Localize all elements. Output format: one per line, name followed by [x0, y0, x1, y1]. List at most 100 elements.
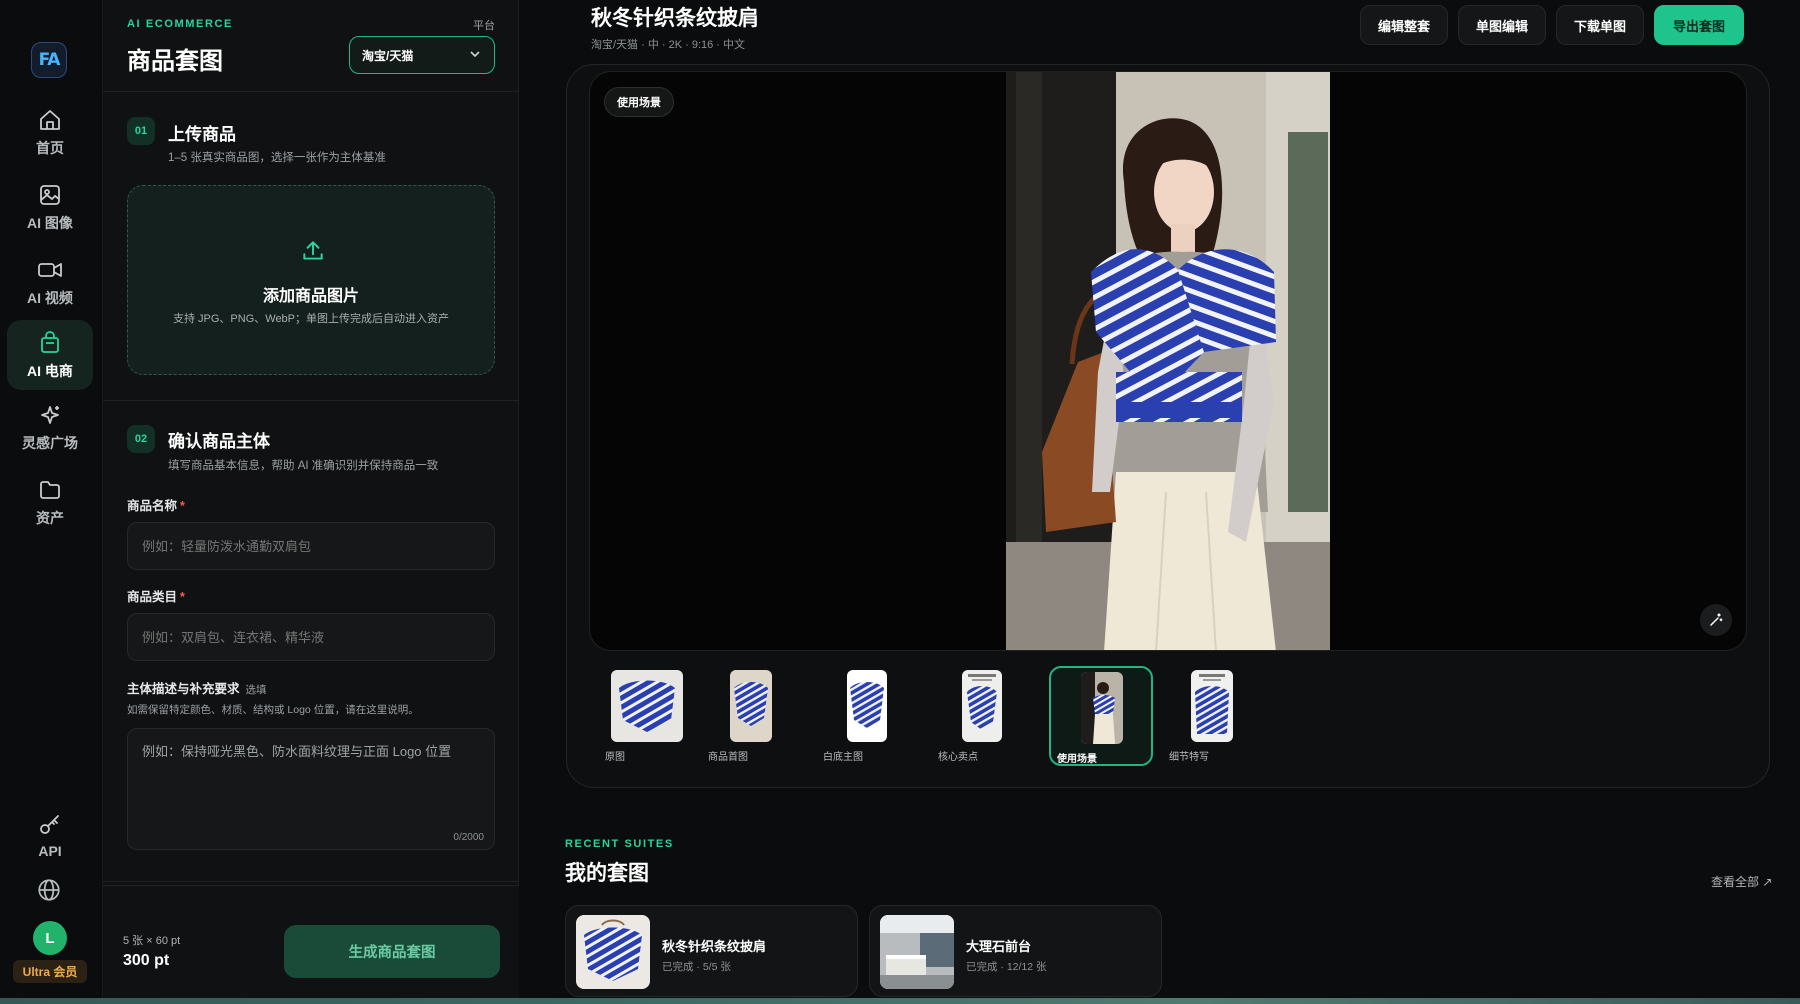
step-number: 01 — [127, 117, 155, 145]
thumbnail-label: 细节特写 — [1169, 752, 1209, 763]
nav-item-assets[interactable]: 资产 — [7, 467, 93, 537]
edit-single-button[interactable]: 单图编辑 — [1458, 5, 1546, 45]
suite-thumbnail — [576, 915, 650, 989]
step-title: 确认商品主体 — [168, 432, 270, 451]
description-textarea[interactable]: 例如：保持哑光黑色、防水面料纹理与正面 Logo 位置 0/2000 — [127, 728, 495, 850]
home-icon — [37, 107, 63, 133]
thumbnail-detail[interactable]: 细节特写 — [1165, 666, 1265, 766]
shopping-bag-icon — [37, 330, 63, 356]
suite-title: 大理石前台 — [966, 939, 1032, 954]
avatar[interactable]: L — [33, 921, 67, 955]
thumbnail-image — [730, 670, 772, 742]
thumbnail-image — [1081, 672, 1123, 744]
thumbnail-label: 白底主图 — [823, 752, 863, 763]
nav-label: AI 图像 — [27, 214, 73, 231]
step-number: 02 — [127, 425, 155, 453]
nav-label: 首页 — [36, 139, 64, 156]
recent-suite-card[interactable]: 秋冬针织条纹披肩 已完成 · 5/5 张 — [565, 905, 858, 997]
step-subtitle: 1–5 张真实商品图，选择一张作为主体基准 — [168, 152, 386, 164]
divider — [103, 881, 519, 882]
key-icon — [37, 812, 63, 838]
nav-label: API — [38, 842, 62, 859]
platform-select[interactable]: 淘宝/天猫 — [349, 36, 495, 74]
view-all-link[interactable]: 查看全部 ↗ — [1711, 873, 1772, 890]
sparkles-icon — [37, 402, 63, 428]
chevron-down-icon — [468, 47, 482, 61]
cost-total: 300 pt — [123, 952, 170, 969]
description-hint: 如需保留特定颜色、材质、结构或 Logo 位置，请在这里说明。 — [127, 704, 419, 716]
upload-icon — [300, 238, 326, 264]
globe-icon[interactable] — [36, 877, 62, 903]
char-count: 0/2000 — [453, 832, 484, 843]
suite-thumbnail — [880, 915, 954, 989]
nav-item-inspiration[interactable]: 灵感广场 — [7, 392, 93, 462]
nav-item-api[interactable]: API — [7, 800, 93, 870]
product-category-input[interactable] — [127, 613, 495, 661]
thumbnail-hero[interactable]: 商品首图 — [704, 666, 804, 766]
export-suite-button[interactable]: 导出套图 — [1654, 5, 1744, 45]
desktop-edge — [0, 998, 1800, 1004]
suite-meta: 淘宝/天猫 · 中 · 2K · 9:16 · 中文 — [591, 39, 746, 51]
thumbnail-image — [962, 670, 1002, 742]
thumbnail-image — [611, 670, 683, 742]
thumbnail-selling-points[interactable]: 核心卖点 — [934, 666, 1034, 766]
panel-header: AI ECOMMERCE 商品套图 平台 淘宝/天猫 — [103, 0, 519, 92]
left-rail: FA 首页 AI 图像 AI 视频 AI 电商 灵感广场 资产 API L Ul… — [0, 0, 103, 1004]
platform-value: 淘宝/天猫 — [362, 48, 414, 63]
suite-status: 已完成 · 12/12 张 — [966, 961, 1047, 973]
nav-item-ai-ecommerce[interactable]: AI 电商 — [7, 320, 93, 390]
panel-footer: 5 张 × 60 pt 300 pt 生成商品套图 — [103, 885, 519, 1004]
product-category-label: 商品类目 * — [127, 590, 185, 604]
edit-suite-button[interactable]: 编辑整套 — [1360, 5, 1448, 45]
suite-title: 秋冬针织条纹披肩 — [662, 939, 767, 954]
image-upload-dropzone[interactable]: 添加商品图片 支持 JPG、PNG、WebP；单图上传完成后自动进入资产 — [127, 185, 495, 375]
divider — [103, 400, 519, 401]
nav-item-home[interactable]: 首页 — [7, 97, 93, 167]
app-logo[interactable]: FA — [31, 42, 67, 78]
thumbnail-white-bg[interactable]: 白底主图 — [819, 666, 919, 766]
thumbnail-label: 核心卖点 — [938, 752, 978, 763]
panel-title: 商品套图 — [127, 48, 223, 75]
thumbnail-label: 商品首图 — [708, 752, 748, 763]
image-icon — [37, 182, 63, 208]
suite-thumbnails: 原图 商品首图 白底主图 核心卖点 使用场景 细节特写 — [589, 666, 1747, 766]
nav-item-ai-image[interactable]: AI 图像 — [7, 172, 93, 242]
thumbnail-image — [847, 670, 887, 742]
thumbnail-label: 原图 — [605, 752, 625, 763]
product-name-label: 商品名称 * — [127, 499, 185, 513]
magic-wand-icon[interactable] — [1700, 604, 1732, 636]
thumbnail-scene[interactable]: 使用场景 — [1049, 666, 1153, 766]
dropzone-subtitle: 支持 JPG、PNG、WebP；单图上传完成后自动进入资产 — [172, 313, 450, 325]
scene-photo — [1006, 72, 1330, 650]
recent-suite-card[interactable]: 大理石前台 已完成 · 12/12 张 — [869, 905, 1162, 997]
dropzone-title: 添加商品图片 — [262, 288, 359, 305]
nav-label: AI 电商 — [27, 362, 73, 379]
thumbnail-image — [1191, 670, 1233, 742]
product-name-input[interactable] — [127, 522, 495, 570]
nav-label: 灵感广场 — [22, 434, 78, 451]
cost-breakdown: 5 张 × 60 pt — [123, 935, 181, 947]
scene-tag: 使用场景 — [604, 87, 674, 117]
suite-title: 秋冬针织条纹披肩 — [591, 7, 759, 30]
nav-label: 资产 — [36, 509, 64, 526]
folder-icon — [37, 477, 63, 503]
recent-title: 我的套图 — [565, 862, 649, 885]
thumbnail-label: 使用场景 — [1057, 754, 1097, 765]
generate-suite-button[interactable]: 生成商品套图 — [284, 925, 500, 978]
nav-label: AI 视频 — [27, 289, 73, 306]
platform-label: 平台 — [473, 20, 495, 32]
nav-item-ai-video[interactable]: AI 视频 — [7, 247, 93, 317]
suite-status: 已完成 · 5/5 张 — [662, 961, 731, 973]
step-title: 上传商品 — [168, 125, 236, 144]
suite-form-panel: AI ECOMMERCE 商品套图 平台 淘宝/天猫 01 上传商品 1–5 张… — [103, 0, 519, 1004]
optional-tag: 选填 — [245, 684, 267, 696]
step-subtitle: 填写商品基本信息，帮助 AI 准确识别并保持商品一致 — [168, 460, 439, 472]
recent-eyebrow: RECENT SUITES — [565, 838, 674, 850]
download-single-button[interactable]: 下载单图 — [1556, 5, 1644, 45]
description-label: 主体描述与补充要求 选填 — [127, 682, 267, 696]
membership-badge[interactable]: Ultra 会员 — [13, 960, 87, 983]
thumbnail-original[interactable]: 原图 — [601, 666, 701, 766]
preview-stage: 使用场景 — [589, 71, 1747, 651]
description-placeholder: 例如：保持哑光黑色、防水面料纹理与正面 Logo 位置 — [142, 744, 452, 759]
video-icon — [37, 257, 63, 283]
